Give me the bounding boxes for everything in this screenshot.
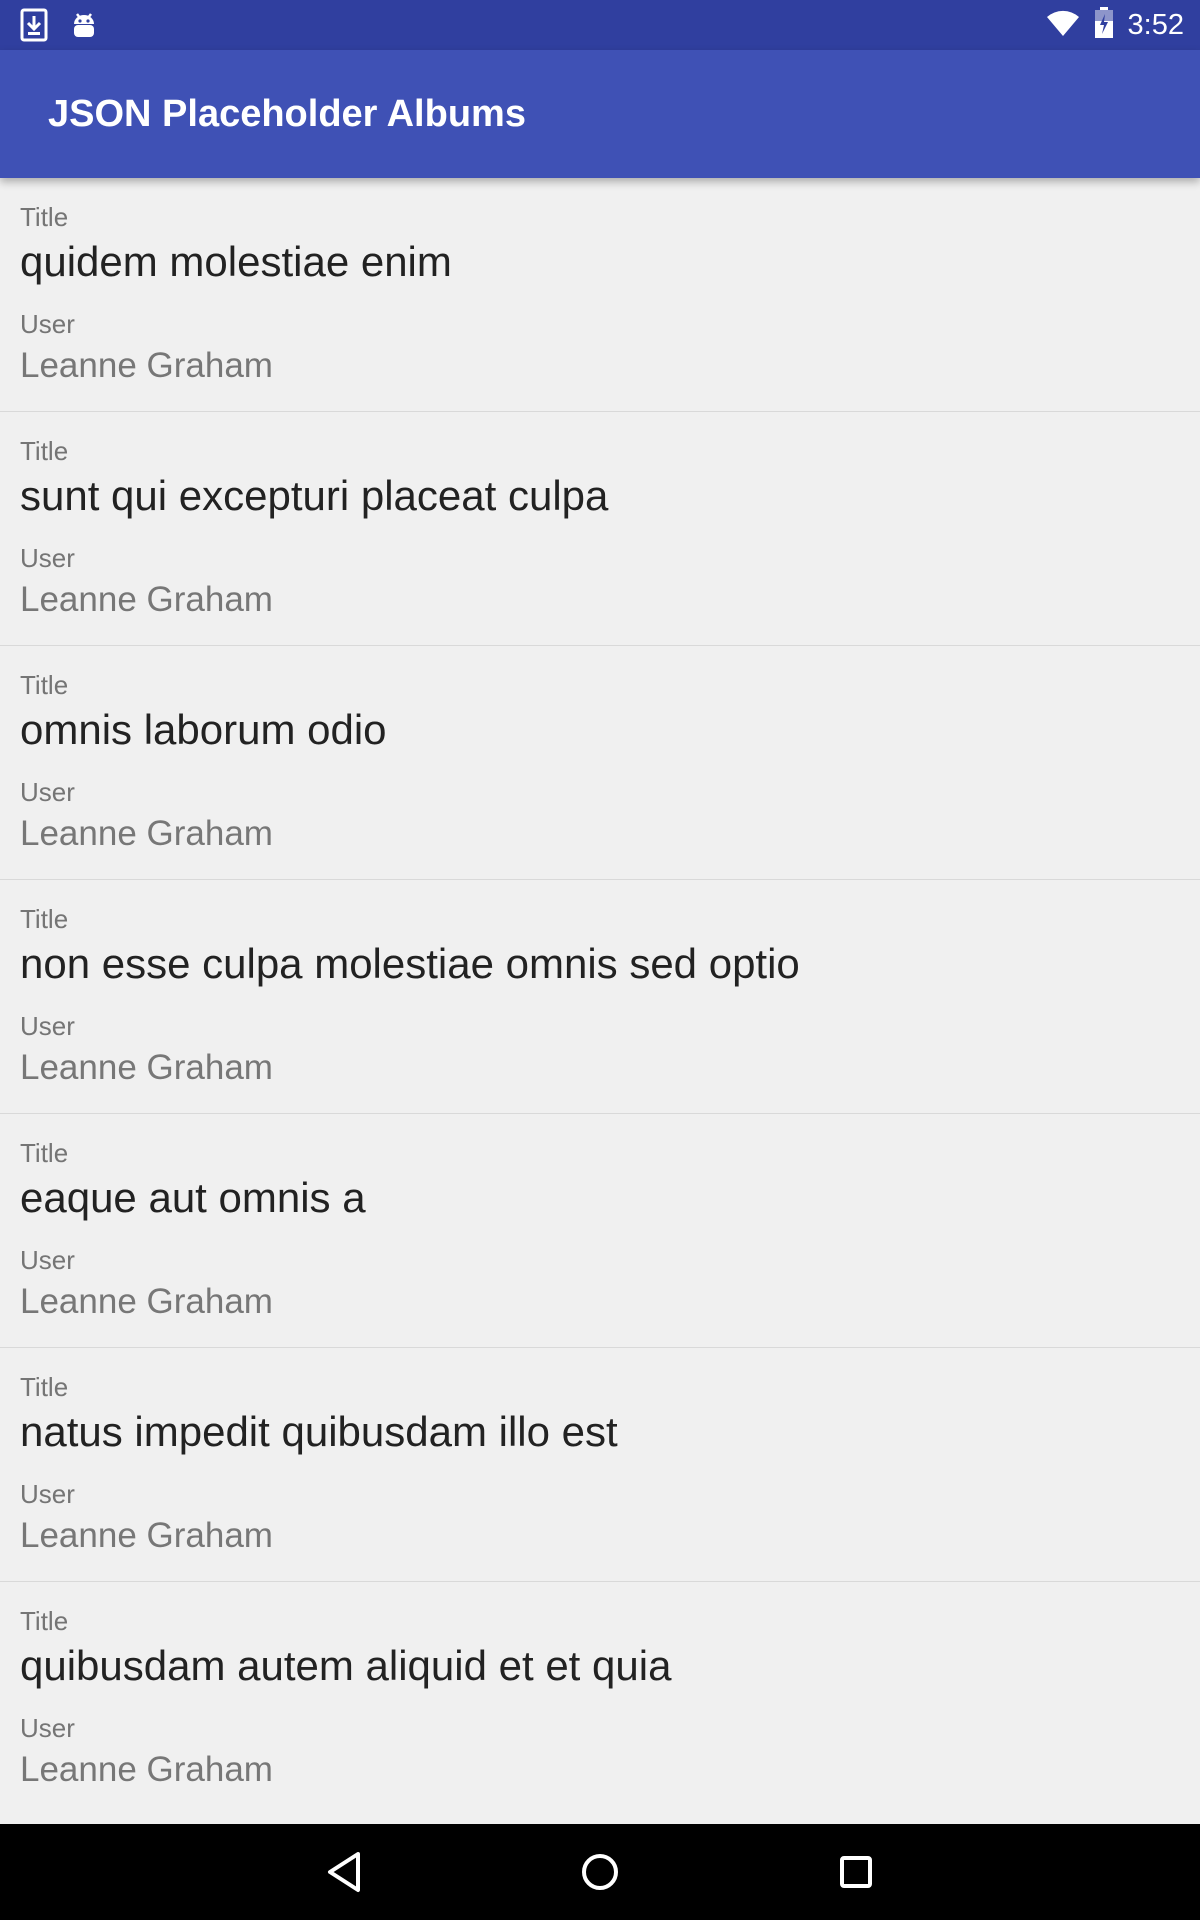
navigation-bar (0, 1824, 1200, 1920)
list-item[interactable]: Title natus impedit quibusdam illo est U… (0, 1348, 1200, 1582)
user-label: User (20, 1245, 75, 1275)
album-list[interactable]: Title quidem molestiae enim User Leanne … (0, 178, 1200, 1824)
user-label: User (20, 1479, 75, 1509)
title-label: Title (20, 1606, 69, 1636)
album-user: Leanne Graham (20, 346, 273, 385)
user-label: User (20, 1011, 75, 1041)
title-label: Title (20, 1138, 69, 1168)
title-label: Title (20, 202, 69, 232)
album-title: eaque aut omnis a (20, 1174, 366, 1221)
user-label: User (20, 777, 75, 807)
list-item[interactable]: Title eaque aut omnis a User Leanne Grah… (0, 1114, 1200, 1348)
user-label: User (20, 1713, 75, 1743)
album-user: Leanne Graham (20, 580, 273, 619)
app-bar: JSON Placeholder Albums (0, 50, 1200, 178)
album-title: natus impedit quibusdam illo est (20, 1408, 618, 1455)
status-time: 3:52 (1127, 8, 1184, 41)
status-bar: 3:52 (0, 0, 1200, 50)
album-user: Leanne Graham (20, 814, 273, 853)
album-title: sunt qui excepturi placeat culpa (20, 472, 609, 519)
android-debug-icon (70, 8, 98, 47)
album-user: Leanne Graham (20, 1516, 273, 1555)
title-label: Title (20, 904, 69, 934)
title-label: Title (20, 670, 69, 700)
title-label: Title (20, 436, 69, 466)
list-item[interactable]: Title quidem molestiae enim User Leanne … (0, 178, 1200, 412)
album-user: Leanne Graham (20, 1048, 273, 1087)
title-label: Title (20, 1372, 69, 1402)
album-title: quidem molestiae enim (20, 238, 452, 285)
wifi-icon (1046, 9, 1080, 42)
list-item[interactable]: Title quibusdam autem aliquid et et quia… (0, 1582, 1200, 1816)
list-item[interactable]: Title non esse culpa molestiae omnis sed… (0, 880, 1200, 1114)
list-item[interactable]: Title omnis laborum odio User Leanne Gra… (0, 646, 1200, 880)
user-label: User (20, 309, 75, 339)
battery-charging-icon (1094, 6, 1114, 44)
album-title: non esse culpa molestiae omnis sed optio (20, 940, 800, 987)
album-title: quibusdam autem aliquid et et quia (20, 1642, 672, 1689)
album-user: Leanne Graham (20, 1282, 273, 1321)
app-title: JSON Placeholder Albums (48, 93, 526, 135)
download-icon (20, 8, 48, 47)
album-title: omnis laborum odio (20, 706, 387, 753)
list-item[interactable]: Title sunt qui excepturi placeat culpa U… (0, 412, 1200, 646)
recents-icon[interactable] (828, 1844, 884, 1900)
album-user: Leanne Graham (20, 1750, 273, 1789)
home-icon[interactable] (572, 1844, 628, 1900)
user-label: User (20, 543, 75, 573)
back-icon[interactable] (316, 1844, 372, 1900)
